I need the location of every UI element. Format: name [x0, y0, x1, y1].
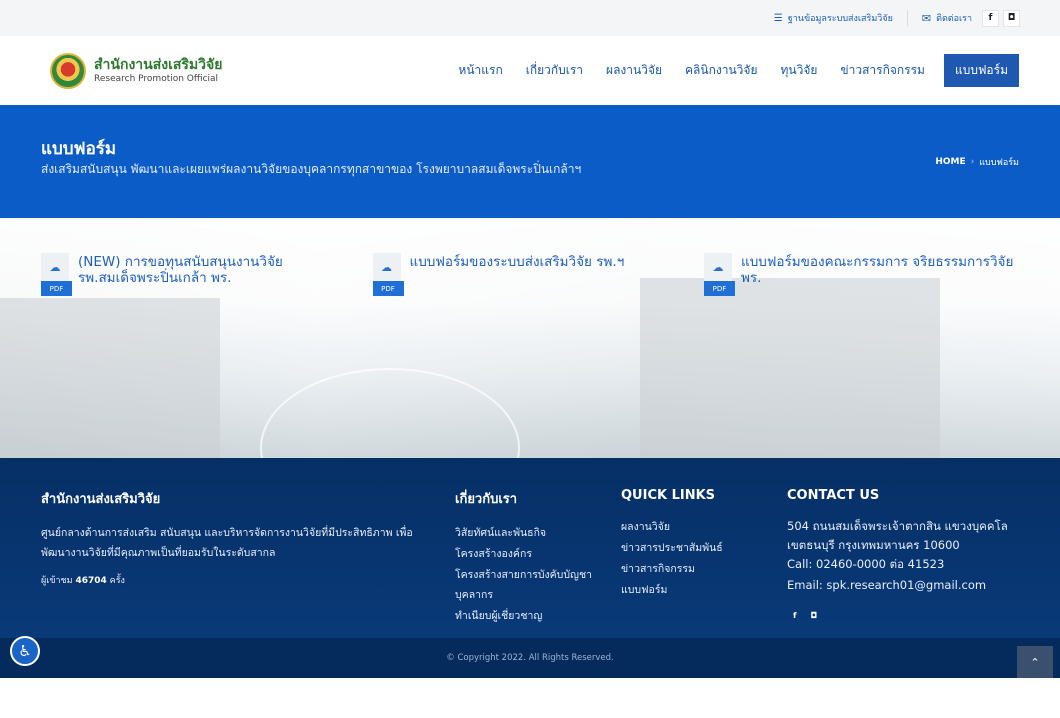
form-item[interactable]: ☁ PDF (NEW) การขอทุนสนับสนุนงานวิจัย รพ.…	[41, 253, 356, 296]
form-title[interactable]: แบบฟอร์มของคณะกรรมการ จริยธรรมการวิจัย พ…	[741, 253, 1019, 296]
footer-quick-links: QUICK LINKS ผลงานวิจัย ข่าวสารประชาสัมพั…	[621, 488, 771, 601]
quick-link-activities[interactable]: ข่าวสารกิจกรรม	[621, 559, 771, 580]
emblem-icon	[50, 52, 86, 89]
footer: สำนักงานส่งเสริมวิจัย ศูนย์กลางด้านการส่…	[0, 458, 1060, 678]
topbar-divider	[906, 10, 908, 26]
top-bar: ☰ ฐานข้อมูลระบบส่งเสริมวิจัย ✉ ติดต่อเรา…	[0, 0, 1060, 36]
quick-link-forms[interactable]: แบบฟอร์ม	[621, 580, 771, 601]
pdf-badge: PDF	[41, 281, 72, 296]
copyright: © Copyright 2022. All Rights Reserved.	[0, 638, 1060, 678]
breadcrumb-home[interactable]: HOME	[935, 157, 965, 167]
accessibility-icon[interactable]: ♿	[10, 636, 40, 666]
form-item[interactable]: ☁ PDF แบบฟอร์มของคณะกรรมการ จริยธรรมการว…	[704, 253, 1019, 296]
cloud-download-icon: ☁	[41, 253, 69, 281]
nav-home[interactable]: หน้าแรก	[458, 61, 502, 80]
footer-about-us-title: เกี่ยวกับเรา	[455, 492, 518, 507]
breadcrumb: HOME › แบบฟอร์ม	[935, 155, 1019, 169]
visitor-counter: ผู้เข้าชม 46704 ครั้ง	[41, 573, 431, 587]
footer-link-command[interactable]: โครงสร้างสายการบังคับบัญชา	[455, 565, 595, 585]
visitor-label: ผู้เข้าชม	[41, 576, 73, 586]
forms-list: ☁ PDF (NEW) การขอทุนสนับสนุนงานวิจัย รพ.…	[41, 253, 1019, 296]
form-item[interactable]: ☁ PDF แบบฟอร์มของระบบส่งเสริมวิจัย รพ.ฯ	[372, 253, 688, 296]
footer-quick-links-title: QUICK LINKS	[621, 488, 716, 503]
form-title[interactable]: (NEW) การขอทุนสนับสนุนงานวิจัย รพ.สมเด็จ…	[78, 253, 356, 296]
logo-subtitle: Research Promotion Official	[94, 73, 219, 84]
database-link-label: ฐานข้อมูลระบบส่งเสริมวิจัย	[787, 14, 893, 24]
footer-link-staff[interactable]: บุคลากร	[455, 585, 595, 606]
contact-link[interactable]: ✉ ติดต่อเรา	[922, 11, 972, 25]
facebook-icon[interactable]: f	[793, 611, 796, 620]
cloud-download-icon: ☁	[372, 253, 401, 281]
quick-link-research[interactable]: ผลงานวิจัย	[621, 517, 771, 538]
contact-email[interactable]: Email: spk.research01@gmail.com	[787, 576, 1019, 595]
line-icon[interactable]: ◘	[1003, 9, 1020, 27]
pdf-badge: PDF	[704, 281, 735, 296]
footer-about: สำนักงานส่งเสริมวิจัย ศูนย์กลางด้านการส่…	[41, 488, 431, 587]
contact-link-label: ติดต่อเรา	[936, 14, 972, 24]
database-link[interactable]: ☰ ฐานข้อมูลระบบส่งเสริมวิจัย	[774, 11, 893, 25]
footer-link-vision[interactable]: วิสัยทัศน์และพันธกิจ	[455, 523, 595, 544]
background-building	[0, 298, 220, 458]
footer-social: f ◘	[787, 611, 1019, 620]
header: สำนักงานส่งเสริมวิจัย Research Promotion…	[0, 36, 1060, 105]
nav-research[interactable]: ผลงานวิจัย	[606, 61, 662, 80]
line-icon[interactable]: ◘	[810, 611, 817, 620]
contact-phone: Call: 02460-0000 ต่อ 41523	[787, 557, 945, 571]
nav-forms[interactable]: แบบฟอร์ม	[943, 54, 1019, 87]
database-icon: ☰	[773, 12, 783, 24]
nav-about[interactable]: เกี่ยวกับเรา	[526, 61, 583, 80]
footer-about-us: เกี่ยวกับเรา วิสัยทัศน์และพันธกิจ โครงสร…	[455, 488, 595, 627]
forms-section: ☁ PDF (NEW) การขอทุนสนับสนุนงานวิจัย รพ.…	[0, 218, 1060, 458]
footer-about-desc: ศูนย์กลางด้านการส่งเสริม สนับสนุน และบริ…	[41, 527, 413, 559]
breadcrumb-current: แบบฟอร์ม	[979, 158, 1019, 168]
breadcrumb-arrow-icon: ›	[970, 157, 975, 167]
contact-address: 504 ถนนสมเด็จพระเจ้าตากสิน แขวงบุคคโล เข…	[787, 519, 1008, 552]
visitor-count: 46704	[75, 576, 107, 586]
footer-contact-title: CONTACT US	[787, 488, 880, 503]
pdf-badge: PDF	[372, 281, 404, 296]
quick-link-pr-news[interactable]: ข่าวสารประชาสัมพันธ์	[621, 538, 771, 559]
background-building	[640, 278, 940, 458]
page-title: แบบฟอร์ม	[41, 139, 117, 159]
nav-clinic[interactable]: คลินิกงานวิจัย	[685, 61, 757, 80]
footer-about-title: สำนักงานส่งเสริมวิจัย	[41, 492, 161, 507]
page-banner: แบบฟอร์ม ส่งเสริมสนับสนุน พัฒนาและเผยแพร…	[0, 105, 1060, 218]
background-road	[260, 368, 520, 458]
site-logo[interactable]: สำนักงานส่งเสริมวิจัย Research Promotion…	[50, 52, 223, 89]
form-title[interactable]: แบบฟอร์มของระบบส่งเสริมวิจัย รพ.ฯ	[410, 253, 625, 296]
footer-link-structure[interactable]: โครงสร้างองค์กร	[455, 544, 595, 565]
facebook-icon[interactable]: f	[982, 9, 999, 27]
nav-news[interactable]: ข่าวสารกิจกรรม	[840, 61, 925, 80]
page-subtitle: ส่งเสริมสนับสนุน พัฒนาและเผยแพร่ผลงานวิจ…	[41, 162, 582, 176]
footer-link-experts[interactable]: ทำเนียบผู้เชี่ยวชาญ	[455, 606, 595, 627]
visitor-unit: ครั้ง	[109, 576, 125, 586]
footer-contact: CONTACT US 504 ถนนสมเด็จพระเจ้าตากสิน แข…	[787, 488, 1019, 620]
nav-grants[interactable]: ทุนวิจัย	[780, 61, 817, 80]
mail-icon: ✉	[921, 11, 932, 25]
logo-title: สำนักงานส่งเสริมวิจัย	[94, 56, 223, 73]
chevron-up-icon: ⌃	[1030, 655, 1040, 669]
scroll-to-top-button[interactable]: ⌃	[1017, 646, 1053, 678]
main-nav: หน้าแรก เกี่ยวกับเรา ผลงานวิจัย คลินิกงา…	[435, 54, 1019, 87]
cloud-download-icon: ☁	[704, 253, 732, 281]
